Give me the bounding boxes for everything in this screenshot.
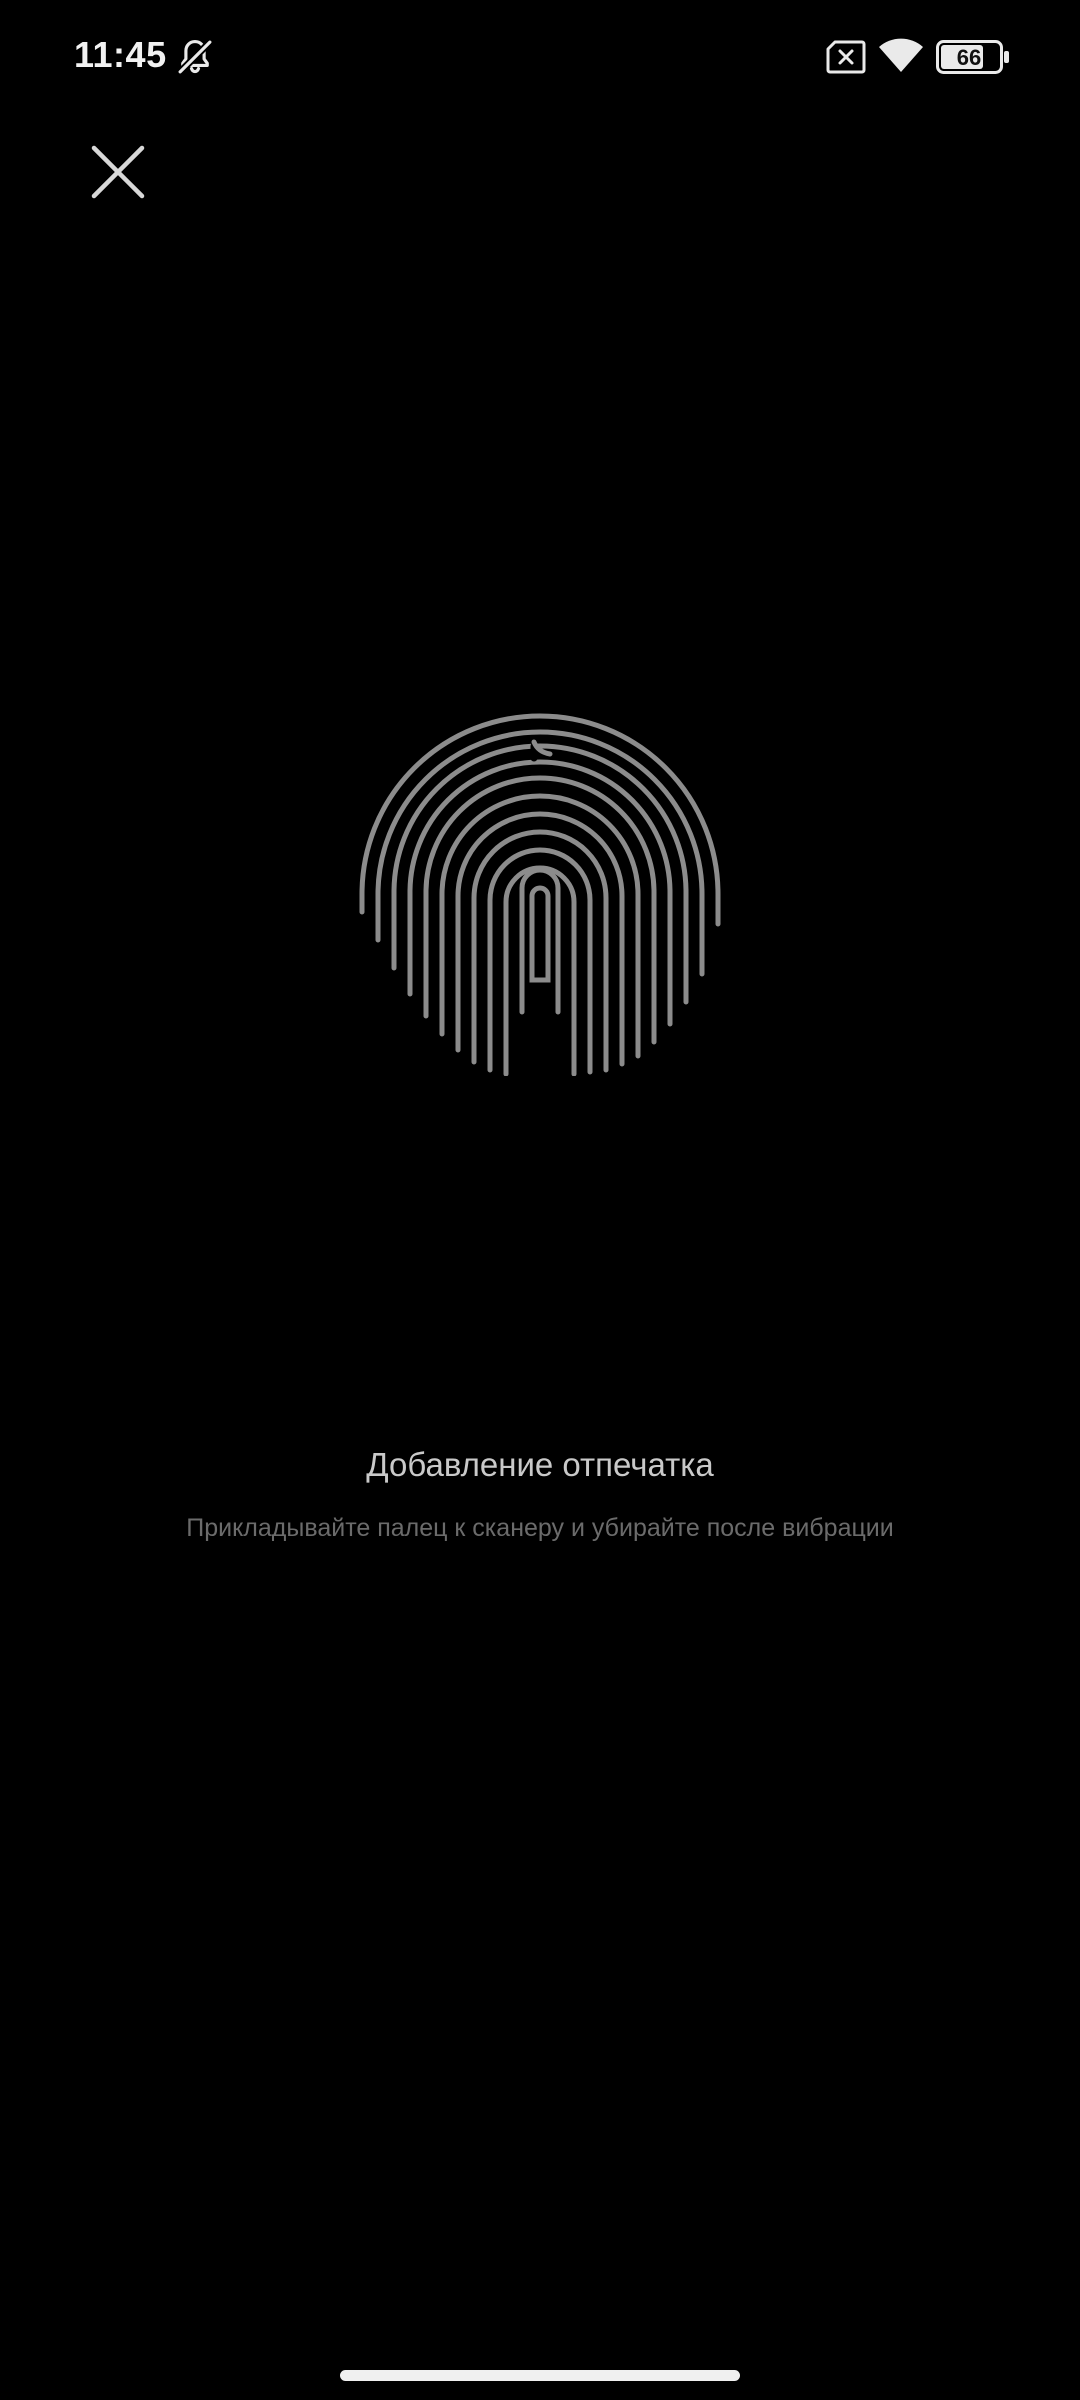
close-button[interactable]	[82, 136, 154, 208]
close-icon	[91, 145, 145, 199]
status-bar: 11:45 66	[0, 0, 1080, 120]
status-time: 11:45	[74, 34, 167, 75]
prompt-title: Добавление отпечатка	[366, 1446, 714, 1483]
prompt-subtitle: Прикладывайте палец к сканеру и убирайте…	[186, 1514, 894, 1542]
sim-disabled-icon	[826, 40, 866, 74]
fingerprint-icon	[359, 713, 721, 1076]
battery-level: 66	[956, 45, 982, 70]
bell-muted-icon	[177, 39, 213, 75]
wifi-icon	[879, 38, 923, 72]
home-indicator[interactable]	[340, 2370, 740, 2381]
